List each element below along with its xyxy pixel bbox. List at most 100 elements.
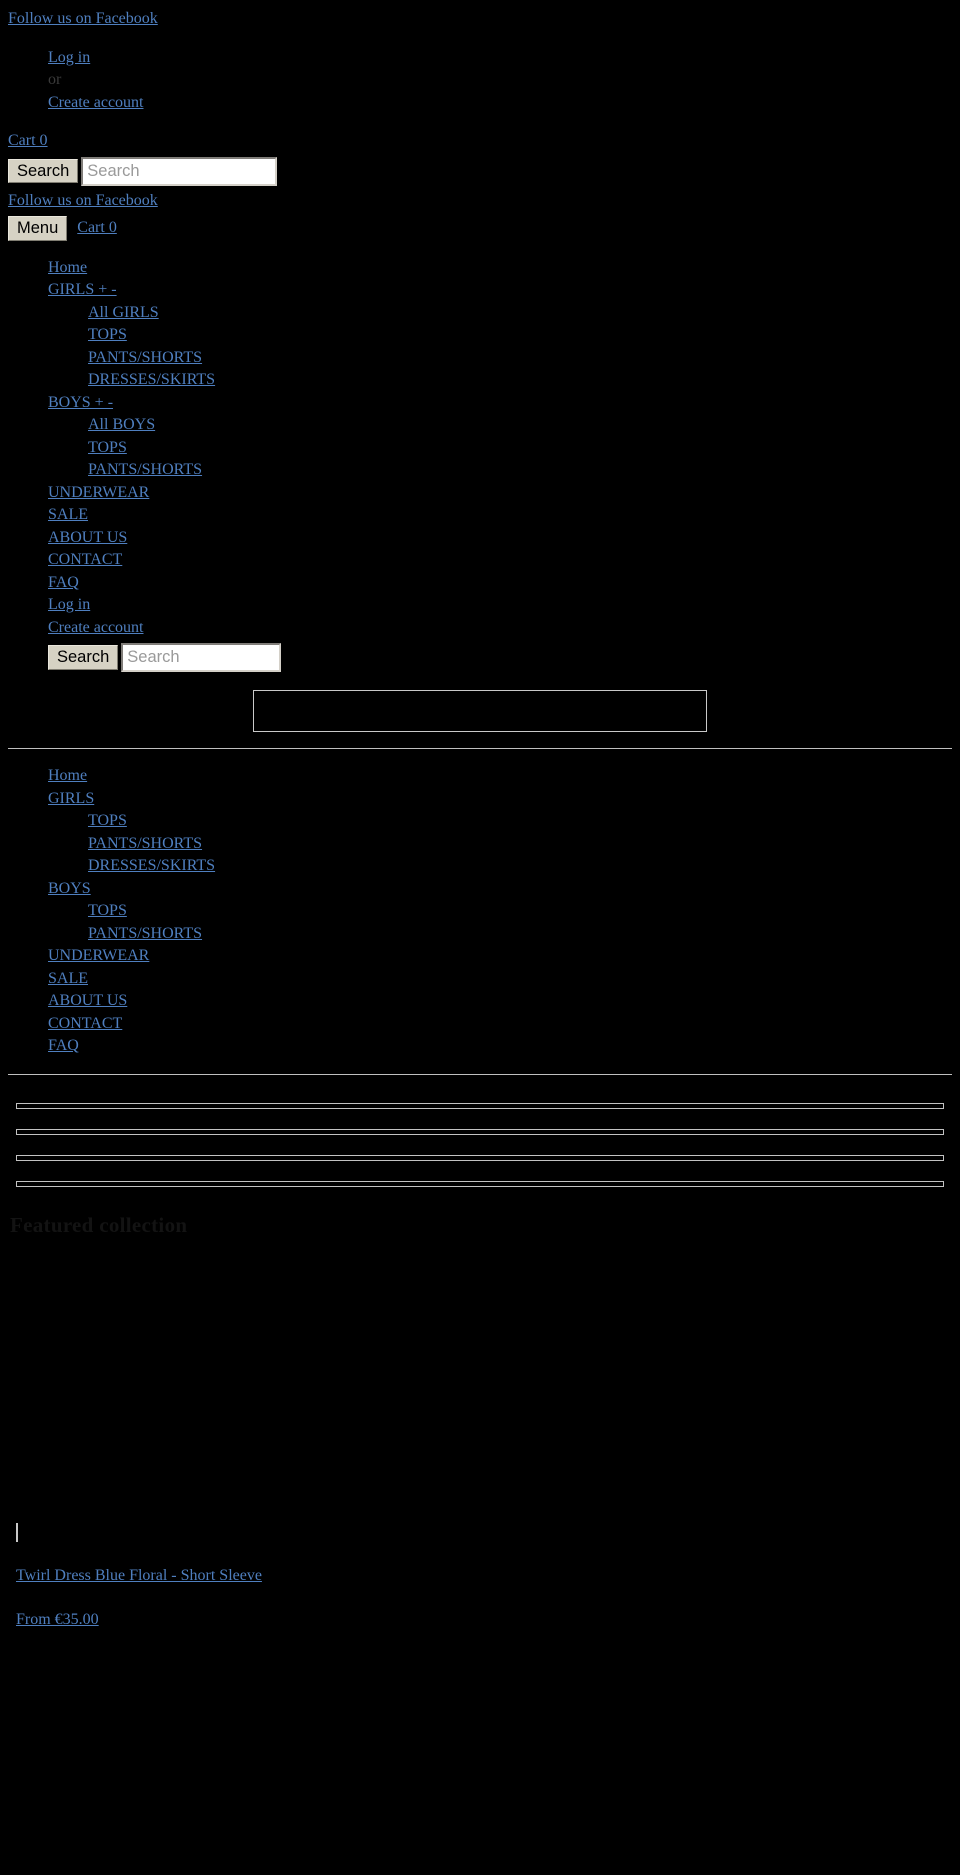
login-link[interactable]: Log in	[48, 47, 952, 70]
cart-row: Cart 0	[8, 130, 952, 153]
featured-collection-heading: Featured collection	[10, 1212, 188, 1237]
mobile-nav-link[interactable]: GIRLS + -	[48, 279, 952, 302]
list-item[interactable]: TOPS	[88, 324, 952, 347]
mobile-subnav-link[interactable]: TOPS	[88, 324, 952, 347]
mobile-subnav-boys: All BOYS TOPS PANTS/SHORTS	[48, 414, 952, 482]
cart-link-mobile[interactable]: Cart 0	[77, 217, 117, 240]
nav-item-underwear[interactable]: UNDERWEAR	[48, 945, 952, 968]
create-account-link[interactable]: Create account	[48, 92, 952, 115]
main-subnav-link[interactable]: DRESSES/SKIRTS	[88, 855, 952, 878]
list-item[interactable]: TOPS	[88, 437, 952, 460]
list-item[interactable]: TOPS	[88, 900, 952, 923]
slideshow-slide[interactable]	[16, 1180, 944, 1187]
main-nav-link[interactable]: GIRLS	[48, 788, 952, 811]
mobile-nav-link[interactable]: CONTACT	[48, 549, 952, 572]
mobile-nav-link[interactable]: UNDERWEAR	[48, 482, 952, 505]
mobile-nav-link[interactable]: Create account	[48, 617, 952, 640]
product-grid: Twirl Dress Blue Floral - Short Sleeve F…	[8, 1522, 952, 1629]
product-price[interactable]: From €35.00	[16, 1611, 952, 1629]
mobile-nav-link[interactable]: Home	[48, 257, 952, 280]
search-submit-button-mobile[interactable]: Search	[48, 645, 119, 670]
customer-links-list: Log in or Create account	[8, 47, 952, 115]
main-subnav-link[interactable]: TOPS	[88, 900, 952, 923]
mobile-subnav-link[interactable]: All BOYS	[88, 414, 952, 437]
mobile-nav-link[interactable]: Log in	[48, 594, 952, 617]
list-item[interactable]: All BOYS	[88, 414, 952, 437]
search-form-mobile: Search	[48, 643, 952, 672]
list-item-create-account: Create account	[48, 92, 952, 115]
mobile-nav-link[interactable]: ABOUT US	[48, 527, 952, 550]
nav-item-faq[interactable]: FAQ	[48, 1035, 952, 1058]
mobile-facebook-row: Follow us on Facebook	[8, 190, 952, 213]
list-item-login: Log in	[48, 47, 952, 70]
mobile-subnav-link[interactable]: All GIRLS	[88, 302, 952, 325]
nav-item-girls[interactable]: GIRLS TOPS PANTS/SHORTS DRESSES/SKIRTS	[48, 788, 952, 878]
main-nav-link[interactable]: Home	[48, 765, 952, 788]
site-logo-wrapper	[8, 690, 952, 732]
facebook-link-top[interactable]: Follow us on Facebook	[8, 8, 952, 31]
main-nav-link[interactable]: CONTACT	[48, 1013, 952, 1036]
mobile-nav-link[interactable]: BOYS + -	[48, 392, 952, 415]
mobile-nav-link[interactable]: SALE	[48, 504, 952, 527]
nav-item-about-us[interactable]: ABOUT US	[48, 990, 952, 1013]
search-input-mobile[interactable]	[121, 643, 282, 672]
main-nav-link[interactable]: FAQ	[48, 1035, 952, 1058]
list-item[interactable]: DRESSES/SKIRTS	[88, 855, 952, 878]
sidebar-item-sale[interactable]: SALE	[48, 504, 952, 527]
mobile-search-form-item: Search	[48, 643, 952, 672]
menu-toggle-button[interactable]: Menu	[8, 216, 68, 241]
sidebar-item-girls[interactable]: GIRLS + - All GIRLS TOPS PANTS/SHORTS DR…	[48, 279, 952, 392]
list-item[interactable]: PANTS/SHORTS	[88, 459, 952, 482]
mobile-subnav-link[interactable]: DRESSES/SKIRTS	[88, 369, 952, 392]
nav-item-boys[interactable]: BOYS TOPS PANTS/SHORTS	[48, 878, 952, 946]
cart-link[interactable]: Cart 0	[8, 130, 952, 153]
sidebar-item-faq[interactable]: FAQ	[48, 572, 952, 595]
search-submit-button[interactable]: Search	[8, 158, 79, 184]
slideshow-slide[interactable]	[16, 1102, 944, 1109]
site-logo-link[interactable]	[253, 690, 707, 732]
mobile-nav-link[interactable]: FAQ	[48, 572, 952, 595]
main-nav-link[interactable]: SALE	[48, 968, 952, 991]
search-input[interactable]	[81, 156, 278, 186]
main-nav-link[interactable]: ABOUT US	[48, 990, 952, 1013]
nav-divider-bottom	[8, 1073, 952, 1075]
slideshow-slide[interactable]	[16, 1154, 944, 1161]
main-subnav-link[interactable]: PANTS/SHORTS	[88, 833, 952, 856]
list-item[interactable]: PANTS/SHORTS	[88, 923, 952, 946]
sidebar-item-boys[interactable]: BOYS + - All BOYS TOPS PANTS/SHORTS	[48, 392, 952, 482]
main-nav-link[interactable]: UNDERWEAR	[48, 945, 952, 968]
sidebar-item-create-account[interactable]: Create account	[48, 617, 952, 640]
main-nav-list: Home GIRLS TOPS PANTS/SHORTS DRESSES/SKI…	[8, 765, 952, 1058]
mobile-subnav-link[interactable]: PANTS/SHORTS	[88, 459, 952, 482]
slideshow-placeholder	[8, 1102, 952, 1187]
product-card: Twirl Dress Blue Floral - Short Sleeve F…	[8, 1522, 952, 1629]
list-item[interactable]: PANTS/SHORTS	[88, 833, 952, 856]
list-item[interactable]: DRESSES/SKIRTS	[88, 369, 952, 392]
main-subnav-link[interactable]: PANTS/SHORTS	[88, 923, 952, 946]
product-title-link[interactable]: Twirl Dress Blue Floral - Short Sleeve	[16, 1567, 952, 1585]
list-item[interactable]: All GIRLS	[88, 302, 952, 325]
slideshow-slide[interactable]	[16, 1128, 944, 1135]
sidebar-item-home[interactable]: Home	[48, 257, 952, 280]
mobile-subnav-girls: All GIRLS TOPS PANTS/SHORTS DRESSES/SKIR…	[48, 302, 952, 392]
list-item[interactable]: TOPS	[88, 810, 952, 833]
nav-item-contact[interactable]: CONTACT	[48, 1013, 952, 1036]
mobile-toolbar: Menu Cart 0	[8, 216, 952, 241]
mobile-nav-list: Home GIRLS + - All GIRLS TOPS PANTS/SHOR…	[8, 257, 952, 672]
nav-item-sale[interactable]: SALE	[48, 968, 952, 991]
mobile-subnav-link[interactable]: TOPS	[88, 437, 952, 460]
facebook-link-mobile[interactable]: Follow us on Facebook	[8, 190, 952, 213]
main-nav-link[interactable]: BOYS	[48, 878, 952, 901]
sidebar-item-login[interactable]: Log in	[48, 594, 952, 617]
sidebar-item-contact[interactable]: CONTACT	[48, 549, 952, 572]
search-form-desktop: Search	[8, 156, 952, 186]
nav-divider-top	[8, 748, 952, 749]
nav-item-home[interactable]: Home	[48, 765, 952, 788]
sidebar-item-about-us[interactable]: ABOUT US	[48, 527, 952, 550]
main-subnav-girls: TOPS PANTS/SHORTS DRESSES/SKIRTS	[48, 810, 952, 878]
product-image-link[interactable]	[16, 1522, 18, 1542]
mobile-subnav-link[interactable]: PANTS/SHORTS	[88, 347, 952, 370]
main-subnav-link[interactable]: TOPS	[88, 810, 952, 833]
list-item[interactable]: PANTS/SHORTS	[88, 347, 952, 370]
sidebar-item-underwear[interactable]: UNDERWEAR	[48, 482, 952, 505]
